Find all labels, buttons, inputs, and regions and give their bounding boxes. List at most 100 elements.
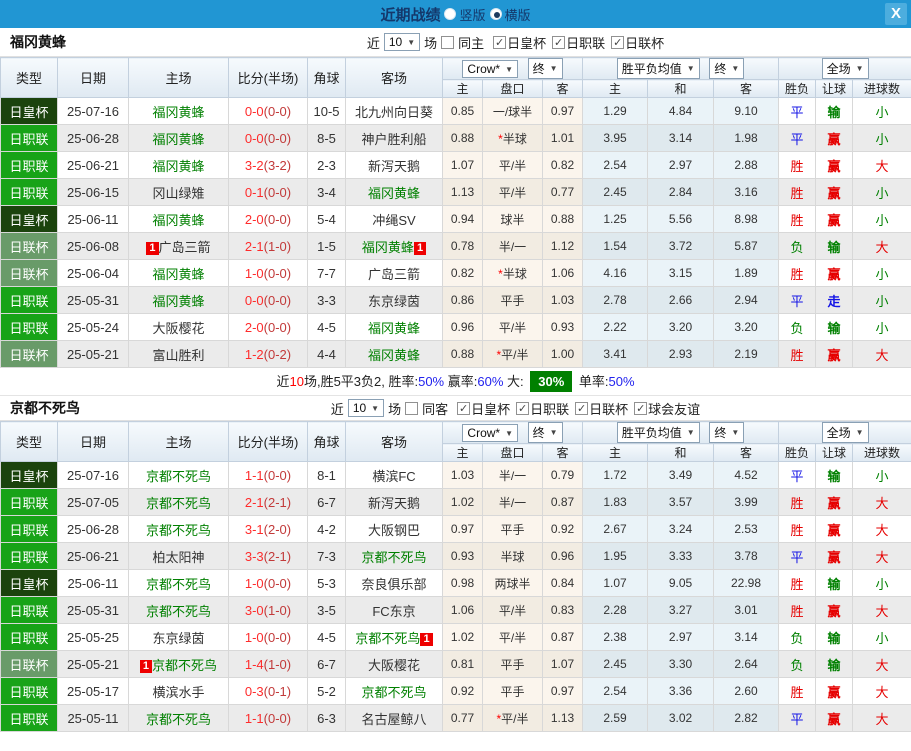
odds-home: 1.25 bbox=[582, 205, 648, 233]
match-date: 25-06-11 bbox=[57, 569, 129, 597]
col-corner: 角球 bbox=[307, 421, 346, 462]
col-home: 主场 bbox=[128, 57, 229, 98]
handicap-group-header: Crow* ▼ 终 ▼ bbox=[442, 57, 583, 80]
team-name-text: 福冈黄蜂 bbox=[152, 104, 205, 120]
halftime-score: (0-0) bbox=[263, 319, 292, 335]
score: 3-1(2-0) bbox=[228, 515, 308, 543]
odds-draw: 2.97 bbox=[647, 151, 714, 179]
team-title: 福冈黄蜂 bbox=[10, 34, 66, 50]
radio-vertical-layout[interactable]: 竖版 bbox=[444, 5, 486, 24]
team-name-text: 福冈黄蜂 bbox=[152, 212, 205, 228]
halftime-score: (0-0) bbox=[263, 130, 292, 146]
ah-away-odds: 0.97 bbox=[542, 97, 583, 125]
bookmaker-select[interactable]: Crow* ▼ bbox=[462, 424, 519, 442]
home-team: 柏太阳神 bbox=[128, 542, 229, 570]
ah-home-odds: 0.94 bbox=[442, 205, 483, 233]
odds-away: 3.20 bbox=[712, 313, 780, 341]
stage-select[interactable]: 终 ▼ bbox=[527, 422, 563, 443]
result-outcome: 胜 bbox=[778, 596, 817, 624]
result-handicap: 赢 bbox=[815, 596, 854, 624]
team-name-text: 京都不死鸟 bbox=[152, 657, 218, 673]
league-label: 日联杯 bbox=[625, 35, 665, 51]
home-team: 京都不死鸟 bbox=[128, 461, 229, 489]
match-row: 日职联 25-06-15 冈山绿雉 0-1(0-0) 3-4 福冈黄蜂 1.13 平/半 0.7… bbox=[0, 178, 911, 206]
chevron-down-icon: ▼ bbox=[855, 64, 864, 73]
team-name-text: 大阪樱花 bbox=[152, 320, 205, 336]
corner-count: 5-3 bbox=[307, 569, 346, 597]
team-name-text: 京都不死鸟 bbox=[145, 522, 211, 538]
match-date: 25-05-31 bbox=[57, 286, 129, 314]
scope-select[interactable]: 全场 ▼ bbox=[821, 422, 869, 443]
scope-select[interactable]: 全场 ▼ bbox=[821, 58, 869, 79]
odds-away: 8.98 bbox=[712, 205, 780, 233]
league-checkbox[interactable]: ✓ bbox=[575, 401, 589, 415]
fulltime-score: 0-3 bbox=[244, 683, 264, 699]
summary-segment: 单率: bbox=[575, 374, 609, 389]
stage-select[interactable]: 终 ▼ bbox=[527, 58, 563, 79]
corner-count: 7-3 bbox=[307, 542, 346, 570]
col-goals-result: 进球数 bbox=[852, 79, 911, 98]
league-checkbox[interactable]: ✓ bbox=[552, 35, 566, 49]
type-badge: 日职联 bbox=[0, 124, 58, 152]
ah-line: 半/一 bbox=[482, 488, 543, 516]
corner-count: 7-7 bbox=[307, 259, 346, 287]
odds-source-select[interactable]: 胜平负均值 ▼ bbox=[616, 58, 700, 79]
league-checkbox[interactable]: ✓ bbox=[634, 401, 648, 415]
result-goals: 小 bbox=[852, 461, 911, 489]
match-date: 25-06-21 bbox=[57, 542, 129, 570]
ah-away-odds: 1.12 bbox=[542, 232, 583, 260]
corner-count: 10-5 bbox=[307, 97, 346, 125]
away-team: 福冈黄蜂 1 bbox=[345, 232, 443, 260]
odds-home: 2.38 bbox=[582, 623, 648, 651]
col-handicap-result: 让球 bbox=[815, 443, 854, 462]
odds-stage-select[interactable]: 终 ▼ bbox=[709, 58, 745, 79]
odds-draw: 3.72 bbox=[647, 232, 714, 260]
fulltime-score: 1-1 bbox=[244, 467, 264, 483]
type-badge: 日皇杯 bbox=[0, 205, 58, 233]
odds-home: 1.07 bbox=[582, 569, 648, 597]
home-team: 大阪樱花 bbox=[128, 313, 229, 341]
home-team: 福冈黄蜂 bbox=[128, 151, 229, 179]
league-checkbox[interactable]: ✓ bbox=[516, 401, 530, 415]
radio-unchecked-icon[interactable] bbox=[444, 8, 457, 20]
close-icon[interactable]: X bbox=[885, 3, 907, 25]
result-outcome: 胜 bbox=[778, 151, 817, 179]
result-goals: 大 bbox=[852, 340, 911, 368]
radio-horizontal-layout[interactable]: 横版 bbox=[489, 5, 531, 24]
radio-checked-icon[interactable] bbox=[489, 8, 502, 20]
result-goals: 大 bbox=[852, 650, 911, 678]
league-checkbox[interactable]: ✓ bbox=[611, 35, 625, 49]
odds-home: 2.28 bbox=[582, 596, 648, 624]
fulltime-score: 2-0 bbox=[244, 211, 264, 227]
odds-stage-select[interactable]: 终 ▼ bbox=[709, 422, 745, 443]
away-team: 广岛三箭 bbox=[345, 259, 443, 287]
odds-draw: 3.36 bbox=[647, 677, 714, 705]
team-name-text: 福冈黄蜂 bbox=[152, 293, 205, 309]
match-date: 25-06-28 bbox=[57, 515, 129, 543]
ah-away-odds: 0.93 bbox=[542, 313, 583, 341]
ah-away-odds: 1.07 bbox=[542, 650, 583, 678]
ah-line: *平/半 bbox=[482, 340, 543, 368]
bookmaker-select[interactable]: Crow* ▼ bbox=[462, 60, 519, 78]
league-checkbox[interactable]: ✓ bbox=[493, 35, 507, 49]
summary-segment: 50% bbox=[608, 374, 635, 389]
games-count-select[interactable]: 10 ▼ bbox=[383, 33, 421, 51]
result-handicap: 输 bbox=[815, 461, 854, 489]
team-name-text: 福冈黄蜂 bbox=[152, 266, 205, 282]
odds-draw: 3.20 bbox=[647, 313, 714, 341]
team-name-text: 京都不死鸟 bbox=[361, 684, 427, 700]
corner-count: 6-7 bbox=[307, 488, 346, 516]
same-venue-checkbox[interactable] bbox=[405, 401, 419, 415]
odds-source-select[interactable]: 胜平负均值 ▼ bbox=[616, 422, 700, 443]
team-name-text: 神户胜利船 bbox=[361, 131, 427, 147]
result-outcome: 负 bbox=[778, 313, 817, 341]
ah-home-odds: 0.85 bbox=[442, 97, 483, 125]
ah-line: 两球半 bbox=[482, 569, 543, 597]
team-name-text: 京都不死鸟 bbox=[145, 711, 211, 727]
league-checkbox[interactable]: ✓ bbox=[457, 401, 471, 415]
ah-home-odds: 1.03 bbox=[442, 461, 483, 489]
games-count-select[interactable]: 10 ▼ bbox=[347, 399, 385, 417]
same-venue-checkbox[interactable] bbox=[441, 35, 455, 49]
team-name-text: 新泻天鹅 bbox=[367, 158, 420, 174]
odds-away: 3.16 bbox=[712, 178, 780, 206]
